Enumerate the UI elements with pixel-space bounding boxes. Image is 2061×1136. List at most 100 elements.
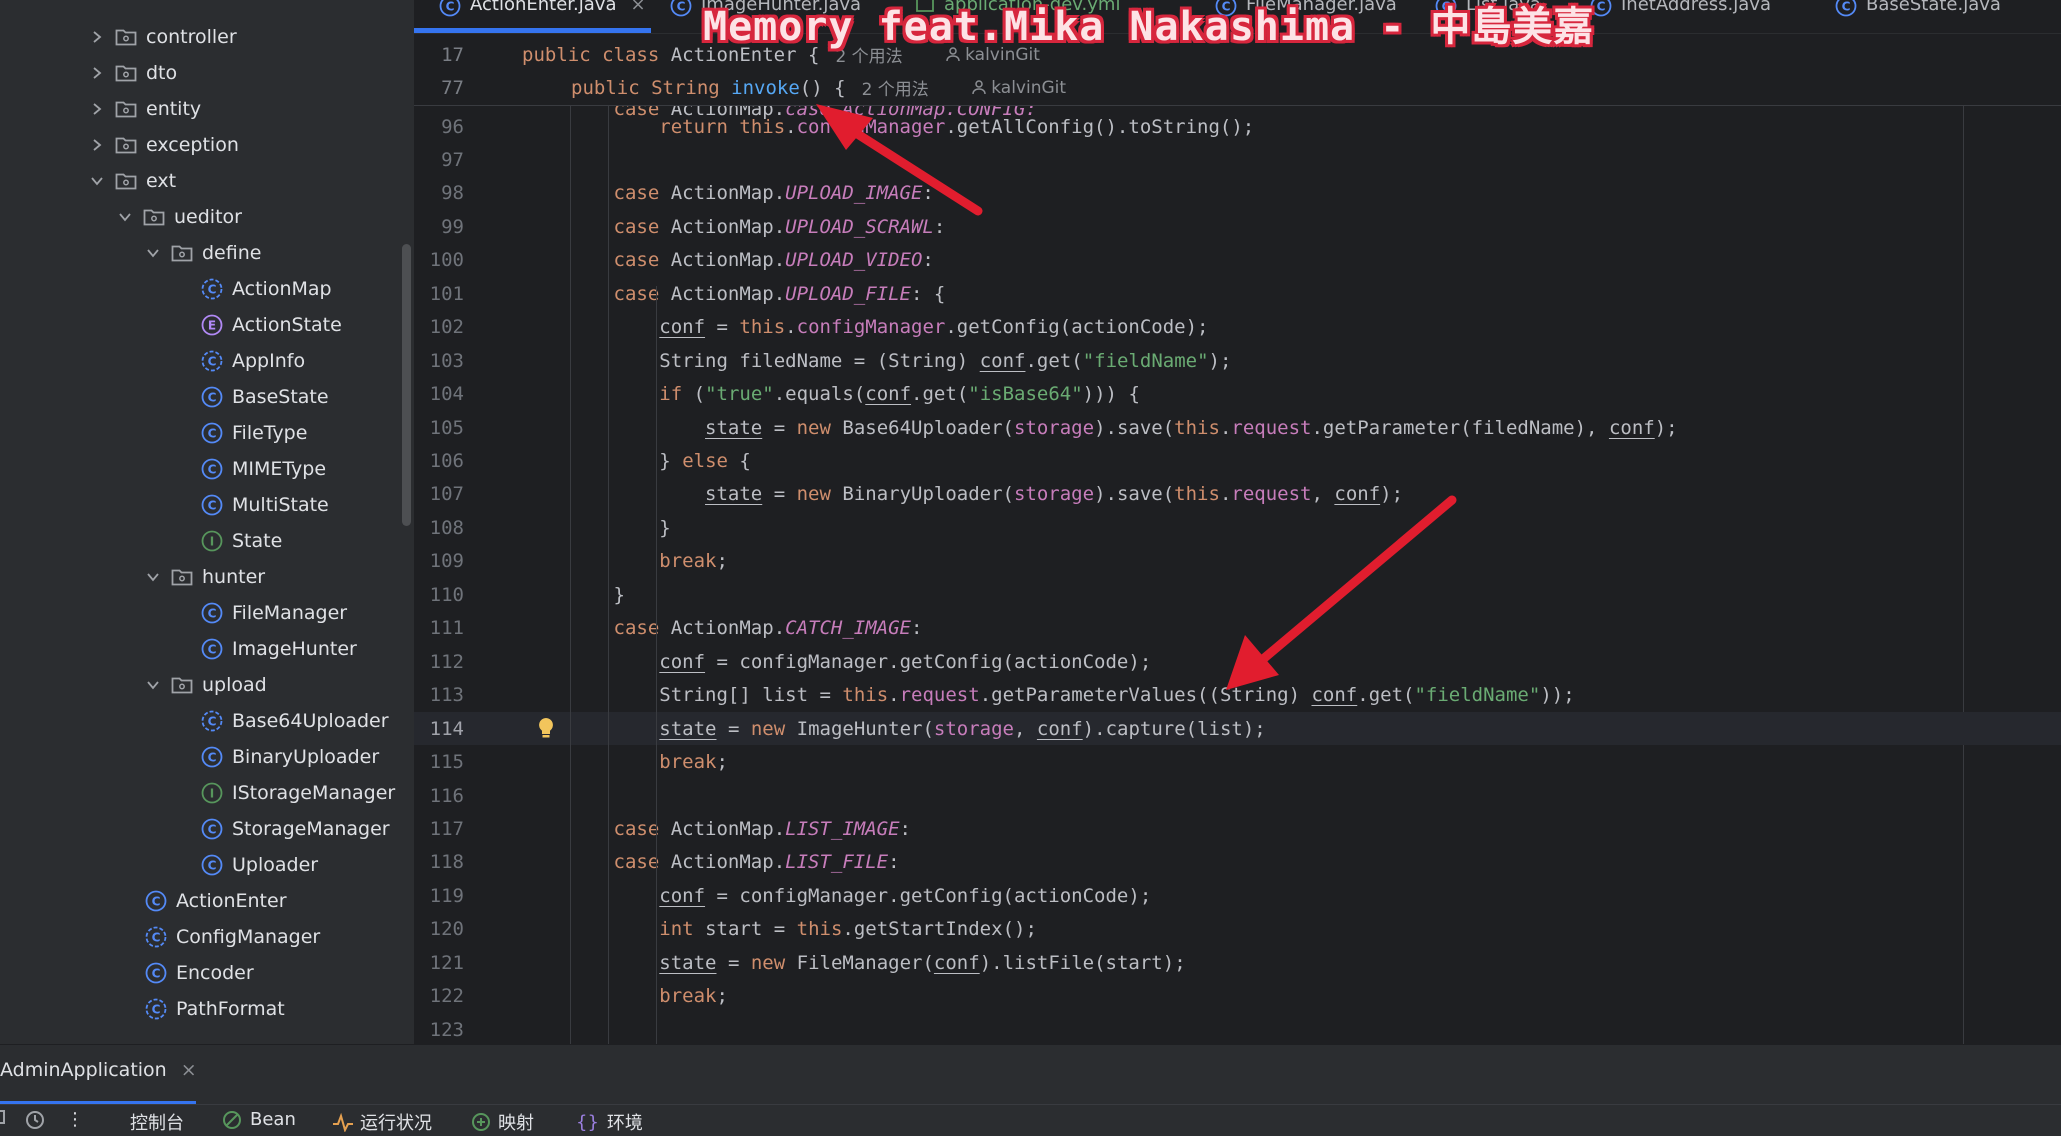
close-icon[interactable]: ×	[630, 0, 645, 15]
code-line[interactable]: 98 case ActionMap.UPLOAD_IMAGE:	[414, 177, 2061, 210]
tree-item-actionenter[interactable]: C ActionEnter	[144, 883, 287, 919]
code-line[interactable]: 119 conf = configManager.getConfig(actio…	[414, 879, 2061, 912]
tree-item-multistate[interactable]: C MultiState	[200, 487, 329, 523]
tree-item-upload[interactable]: upload	[142, 667, 267, 703]
enum-icon: E	[200, 313, 224, 337]
code-line[interactable]: 120 int start = this.getStartIndex();	[414, 913, 2061, 946]
code-line[interactable]: 117 case ActionMap.LIST_IMAGE:	[414, 812, 2061, 845]
package-folder-icon	[114, 169, 138, 193]
svg-text:C: C	[208, 463, 217, 477]
chevron-down-icon[interactable]	[86, 175, 108, 187]
code-line[interactable]: 101 case ActionMap.UPLOAD_FILE: {	[414, 277, 2061, 310]
tool-environment[interactable]: {} 环境	[576, 1109, 643, 1135]
code-line[interactable]: 116	[414, 779, 2061, 812]
tree-item-label: ConfigManager	[176, 926, 321, 948]
tree-item-entity[interactable]: entity	[86, 91, 201, 127]
code-line[interactable]: 102 conf = this.configManager.getConfig(…	[414, 311, 2061, 344]
tree-item-controller[interactable]: controller	[86, 19, 237, 55]
code-line[interactable]: 113 String[] list = this.request.getPara…	[414, 679, 2061, 712]
tree-item-filemanager[interactable]: C FileManager	[200, 595, 347, 631]
tree-item-label: ActionMap	[232, 278, 332, 300]
lightbulb-icon[interactable]	[536, 716, 556, 745]
author-hint[interactable]: kalvinGit	[939, 58, 1066, 118]
code-line[interactable]: 106 } else {	[414, 445, 2061, 478]
chevron-right-icon[interactable]	[86, 30, 108, 44]
chevron-down-icon[interactable]	[114, 211, 136, 223]
code-line[interactable]: 114 state = new ImageHunter(storage, con…	[414, 712, 2061, 746]
tree-item-appinfo[interactable]: C AppInfo	[200, 343, 305, 379]
tree-item-uploader[interactable]: C Uploader	[200, 847, 318, 883]
code-line[interactable]: 115 break;	[414, 746, 2061, 779]
code-line[interactable]: 122 break;	[414, 980, 2061, 1013]
line-number: 96	[441, 115, 464, 138]
chevron-right-icon[interactable]	[86, 66, 108, 80]
tool-health[interactable]: 运行状况	[332, 1109, 432, 1135]
close-icon[interactable]: ×	[181, 1059, 197, 1081]
code-line[interactable]: 103 String filedName = (String) conf.get…	[414, 344, 2061, 377]
tab-basestate-java[interactable]: C BaseState.java	[1834, 0, 2001, 33]
chevron-down-icon[interactable]	[142, 679, 164, 691]
code-line[interactable]: 121 state = new FileManager(conf).listFi…	[414, 946, 2061, 979]
tree-scrollbar[interactable]	[402, 244, 411, 526]
chevron-down-icon[interactable]	[142, 571, 164, 583]
code-editor[interactable]: case ActionMap.case ActionMap.CONFIG: 96…	[414, 106, 2061, 1044]
tree-item-istoragemanager[interactable]: I IStorageManager	[200, 775, 395, 811]
code-line[interactable]: 112 conf = configManager.getConfig(actio…	[414, 645, 2061, 678]
tree-item-label: BinaryUploader	[232, 746, 380, 768]
tree-item-define[interactable]: define	[142, 235, 261, 271]
code-text: case ActionMap.LIST_IMAGE:	[613, 817, 911, 840]
code-line[interactable]: 108 }	[414, 511, 2061, 544]
tree-item-ueditor[interactable]: ueditor	[114, 199, 242, 235]
tree-item-binaryuploader[interactable]: C BinaryUploader	[200, 739, 379, 775]
tree-item-pathformat[interactable]: C PathFormat	[144, 991, 285, 1027]
code-line[interactable]: 96 return this.configManager.getAllConfi…	[414, 110, 2061, 143]
chevron-down-icon[interactable]	[142, 247, 164, 259]
tree-item-actionstate[interactable]: E ActionState	[200, 307, 342, 343]
code-line[interactable]: 111 case ActionMap.CATCH_IMAGE:	[414, 612, 2061, 645]
code-line[interactable]: 107 state = new BinaryUploader(storage).…	[414, 478, 2061, 511]
code-line[interactable]: 99 case ActionMap.UPLOAD_SCRAWL:	[414, 210, 2061, 243]
line-number: 97	[441, 148, 464, 171]
code-line[interactable]: 100 case ActionMap.UPLOAD_VIDEO:	[414, 244, 2061, 277]
mapping-icon	[472, 1113, 490, 1131]
code-line[interactable]: 118 case ActionMap.LIST_FILE:	[414, 846, 2061, 879]
tree-item-ext[interactable]: ext	[86, 163, 176, 199]
code-line[interactable]: 105 state = new Base64Uploader(storage).…	[414, 411, 2061, 444]
restore-icon[interactable]	[0, 1109, 6, 1125]
tree-item-label: controller	[146, 26, 237, 48]
tool-console[interactable]: 控制台	[130, 1109, 184, 1135]
tree-item-label: FileManager	[232, 602, 348, 624]
code-line[interactable]: 110 }	[414, 578, 2061, 611]
tree-item-configmanager[interactable]: C ConfigManager	[144, 919, 320, 955]
tree-item-basestate[interactable]: C BaseState	[200, 379, 329, 415]
tree-item-mimetype[interactable]: C MIMEType	[200, 451, 326, 487]
tree-item-hunter[interactable]: hunter	[142, 559, 265, 595]
tree-item-exception[interactable]: exception	[86, 127, 239, 163]
tree-item-base64uploader[interactable]: C Base64Uploader	[200, 703, 389, 739]
code-line[interactable]: 97	[414, 143, 2061, 176]
line-number: 112	[429, 650, 464, 673]
tree-item-filetype[interactable]: C FileType	[200, 415, 307, 451]
tree-item-encoder[interactable]: C Encoder	[144, 955, 254, 991]
chevron-right-icon[interactable]	[86, 138, 108, 152]
tool-mappings[interactable]: 映射	[470, 1109, 534, 1135]
code-line[interactable]: 109 break;	[414, 545, 2061, 578]
sticky-line-method[interactable]: 77 public String invoke() { 2 个用法 kalvin…	[414, 71, 1066, 104]
usages-hint[interactable]: 2 个用法	[862, 75, 929, 100]
more-options-icon[interactable]: ⋮	[66, 1109, 84, 1130]
code-line[interactable]: 104 if ("true".equals(conf.get("isBase64…	[414, 378, 2061, 411]
code-line[interactable]: 123	[414, 1013, 2061, 1044]
code-text: }	[659, 516, 671, 539]
tool-bean[interactable]: Bean	[222, 1109, 296, 1130]
tree-item-actionmap[interactable]: C ActionMap	[200, 271, 332, 307]
tree-item-state[interactable]: I State	[200, 523, 282, 559]
tree-item-storagemanager[interactable]: C StorageManager	[200, 811, 390, 847]
clock-icon[interactable]	[24, 1109, 46, 1131]
tree-item-dto[interactable]: dto	[86, 55, 177, 91]
tree-item-imagehunter[interactable]: C ImageHunter	[200, 631, 357, 667]
run-config-tab[interactable]: AdminApplication ×	[0, 1059, 197, 1081]
svg-text:C: C	[208, 715, 217, 729]
tab-inetaddress-java[interactable]: C InetAddress.java	[1589, 0, 1771, 33]
svg-text:C: C	[152, 967, 161, 981]
chevron-right-icon[interactable]	[86, 102, 108, 116]
